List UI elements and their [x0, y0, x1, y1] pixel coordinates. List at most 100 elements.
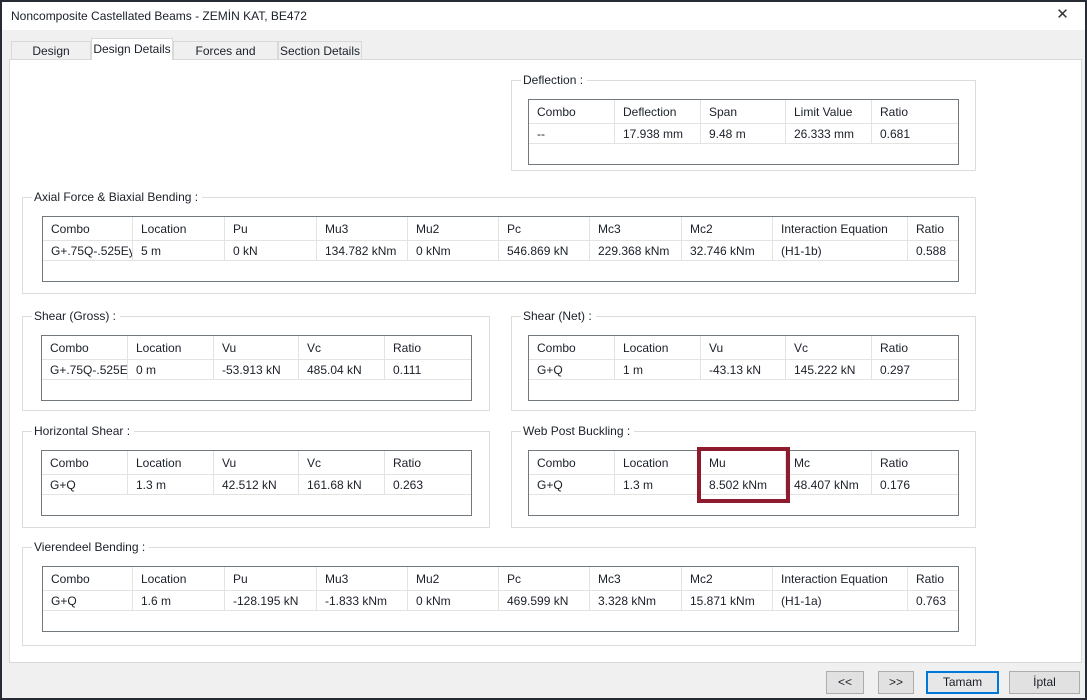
table-horizontal-shear: ComboLocationVuVcRatioG+Q1.3 m42.512 kN1… [41, 450, 472, 516]
column-header[interactable]: Limit Value [786, 100, 872, 123]
close-icon: ✕ [1056, 6, 1069, 23]
column-header[interactable]: Vu [214, 451, 299, 474]
table-cell: 32.746 kNm [682, 241, 773, 260]
column-header[interactable]: Location [128, 336, 214, 359]
column-header[interactable]: Ratio [385, 336, 471, 359]
column-header[interactable]: Ratio [872, 100, 958, 123]
table-empty-area [43, 611, 958, 631]
group-label: Shear (Net) : [521, 308, 596, 324]
column-header[interactable]: Location [615, 451, 701, 474]
column-header[interactable]: Location [133, 567, 225, 590]
column-header[interactable]: Combo [42, 451, 128, 474]
column-header[interactable]: Mu2 [408, 567, 499, 590]
tab-design-checks[interactable]: Design Checks [11, 41, 91, 60]
table-cell: G+Q [43, 591, 133, 610]
close-button[interactable]: ✕ [1040, 2, 1085, 30]
table-cell: 0.681 [872, 124, 958, 143]
title-bar: Noncomposite Castellated Beams - ZEMİN K… [2, 2, 1085, 30]
table-web-post-buckling: ComboLocationMuMcRatioG+Q1.3 m8.502 kNm4… [528, 450, 959, 516]
group-label: Web Post Buckling : [521, 423, 634, 439]
table-row[interactable]: G+Q1.6 m-128.195 kN-1.833 kNm0 kNm469.59… [43, 591, 958, 611]
table-row[interactable]: G+Q1.3 m8.502 kNm48.407 kNm0.176 [529, 475, 958, 495]
column-header[interactable]: Mu2 [408, 217, 499, 240]
group-label: Vierendeel Bending : [32, 539, 149, 555]
column-header[interactable]: Mu [701, 451, 786, 474]
table-row[interactable]: G+.75Q-.525Ey...5 m0 kN134.782 kNm0 kNm5… [43, 241, 958, 261]
table-cell: 161.68 kN [299, 475, 385, 494]
table-cell: 0.263 [385, 475, 471, 494]
table-cell: 0 kNm [408, 241, 499, 260]
column-header[interactable]: Interaction Equation [773, 217, 908, 240]
column-header[interactable]: Mc3 [590, 567, 682, 590]
column-header[interactable]: Combo [43, 567, 133, 590]
column-header[interactable]: Pc [499, 217, 590, 240]
column-header[interactable]: Mu3 [317, 567, 408, 590]
column-header[interactable]: Ratio [385, 451, 471, 474]
iptal-cancel-button[interactable]: İptal [1009, 671, 1080, 694]
column-header[interactable]: Combo [529, 100, 615, 123]
column-header[interactable]: Location [128, 451, 214, 474]
column-header[interactable]: Ratio [872, 336, 958, 359]
table-cell: 26.333 mm [786, 124, 872, 143]
column-header[interactable]: Pc [499, 567, 590, 590]
previous-button[interactable]: << [826, 671, 864, 694]
table-cell: 485.04 kN [299, 360, 385, 379]
column-header[interactable]: Vu [701, 336, 786, 359]
column-header[interactable]: Pu [225, 217, 317, 240]
table-cell: -- [529, 124, 615, 143]
column-header[interactable]: Ratio [908, 567, 958, 590]
column-header[interactable]: Ratio [908, 217, 958, 240]
column-header[interactable]: Combo [529, 336, 615, 359]
column-header[interactable]: Vc [299, 451, 385, 474]
tamam-ok-button[interactable]: Tamam [926, 671, 999, 694]
column-header[interactable]: Mu3 [317, 217, 408, 240]
table-header-row: ComboDeflectionSpanLimit ValueRatio [529, 100, 958, 124]
table-cell: 0 m [128, 360, 214, 379]
column-header[interactable]: Combo [529, 451, 615, 474]
column-header[interactable]: Combo [43, 217, 133, 240]
column-header[interactable]: Vu [214, 336, 299, 359]
table-cell: 15.871 kNm [682, 591, 773, 610]
table-cell: 8.502 kNm [701, 475, 786, 494]
table-cell: -128.195 kN [225, 591, 317, 610]
table-row[interactable]: --17.938 mm9.48 m26.333 mm0.681 [529, 124, 958, 144]
next-button[interactable]: >> [878, 671, 914, 694]
column-header[interactable]: Location [133, 217, 225, 240]
table-cell: -53.913 kN [214, 360, 299, 379]
table-cell: 9.48 m [701, 124, 786, 143]
column-header[interactable]: Pu [225, 567, 317, 590]
group-deflection: Deflection : ComboDeflectionSpanLimit Va… [511, 80, 976, 171]
table-row[interactable]: G+Q1 m-43.13 kN145.222 kN0.297 [529, 360, 958, 380]
table-header-row: ComboLocationMuMcRatio [529, 451, 958, 475]
table-empty-area [529, 144, 958, 164]
table-empty-area [529, 380, 958, 400]
column-header[interactable]: Mc2 [682, 217, 773, 240]
group-label: Deflection : [521, 72, 587, 88]
tab-forces-and-moments[interactable]: Forces and Moments [173, 41, 278, 60]
column-header[interactable]: Mc3 [590, 217, 682, 240]
column-header[interactable]: Location [615, 336, 701, 359]
column-header[interactable]: Interaction Equation [773, 567, 908, 590]
table-header-row: ComboLocationVuVcRatio [42, 336, 471, 360]
column-header[interactable]: Vc [299, 336, 385, 359]
column-header[interactable]: Combo [42, 336, 128, 359]
tab-section-details[interactable]: Section Details [278, 41, 362, 60]
table-cell: 3.328 kNm [590, 591, 682, 610]
table-header-row: ComboLocationVuVcRatio [529, 336, 958, 360]
table-row[interactable]: G+Q1.3 m42.512 kN161.68 kN0.263 [42, 475, 471, 495]
table-cell: G+Q [42, 475, 128, 494]
column-header[interactable]: Span [701, 100, 786, 123]
column-header[interactable]: Deflection [615, 100, 701, 123]
dialog-window: Noncomposite Castellated Beams - ZEMİN K… [0, 0, 1087, 700]
group-label: Horizontal Shear : [32, 423, 134, 439]
column-header[interactable]: Mc [786, 451, 872, 474]
column-header[interactable]: Vc [786, 336, 872, 359]
table-row[interactable]: G+.75Q-.525E...0 m-53.913 kN485.04 kN0.1… [42, 360, 471, 380]
column-header[interactable]: Ratio [872, 451, 958, 474]
group-shear-gross: Shear (Gross) : ComboLocationVuVcRatioG+… [22, 316, 490, 411]
tab-design-details[interactable]: Design Details [91, 38, 173, 60]
column-header[interactable]: Mc2 [682, 567, 773, 590]
table-cell: 1.3 m [615, 475, 701, 494]
group-axial-force-biaxial-bending: Axial Force & Biaxial Bending : ComboLoc… [22, 197, 976, 294]
table-cell: 134.782 kNm [317, 241, 408, 260]
